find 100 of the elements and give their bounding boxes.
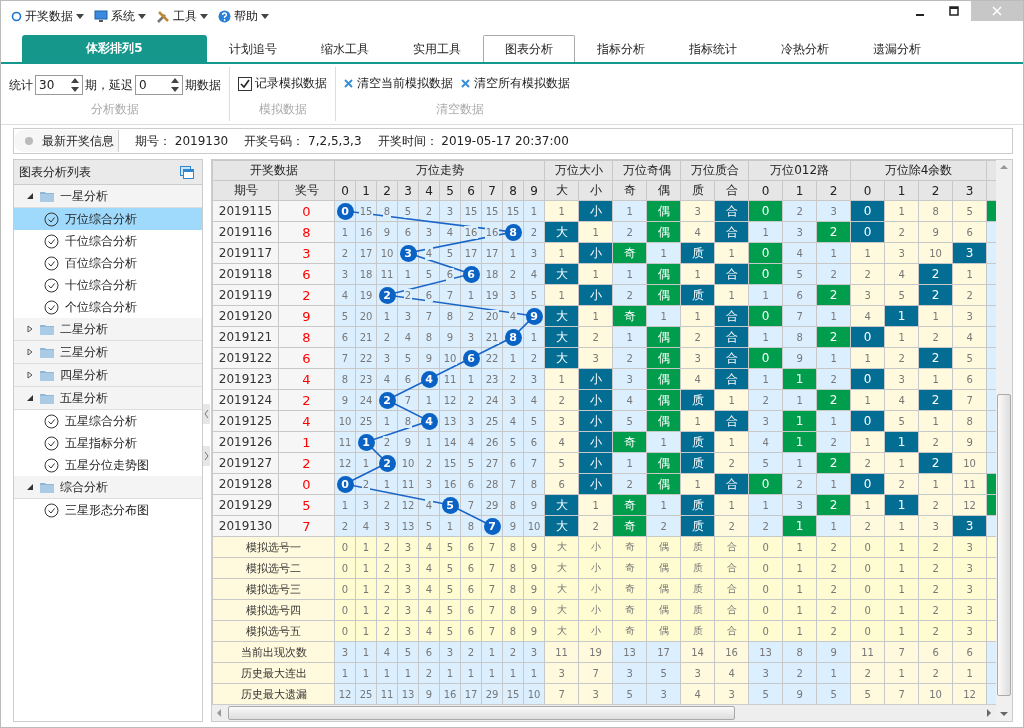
scroll-right-icon[interactable] (986, 709, 992, 717)
table-cell: 8 (424, 330, 434, 344)
menu-item[interactable]: 帮助 (218, 8, 269, 25)
tree-folder[interactable]: 四星分析 (14, 364, 203, 387)
tree-folder[interactable]: 三星分析 (14, 341, 203, 364)
tree-item[interactable]: 个位综合分析 (14, 296, 203, 318)
tree-folder[interactable]: 五星分析 (14, 387, 203, 410)
table-cell: 3 (529, 372, 539, 386)
trend-ball: 0 (336, 475, 354, 493)
tab[interactable]: 冷热分析 (759, 35, 851, 62)
table-cell: 13 (442, 414, 458, 428)
delay-field[interactable]: 0 (135, 75, 183, 95)
table-cell: 1 (382, 477, 392, 491)
scroll-left-icon[interactable] (216, 709, 222, 717)
table-cell: 2 (508, 267, 518, 281)
table-cell: 6 (466, 477, 476, 491)
lottery-tab[interactable]: 体彩排列5 (22, 35, 207, 62)
expand-handle[interactable] (203, 446, 211, 466)
table-cell: 15 (505, 204, 521, 218)
tree-item[interactable]: 五星综合分析 (14, 410, 203, 432)
table-cell: 3 (424, 225, 434, 239)
table-cell: 3 (382, 519, 392, 533)
close-icon (992, 6, 1002, 16)
column-group-header: 万位质合 (680, 160, 749, 181)
tree-item[interactable]: 万位综合分析 (14, 208, 203, 230)
table-cell: 5 (403, 351, 413, 365)
trend-ball: 2 (378, 454, 396, 472)
column-group-header: 开奖数据 (212, 160, 335, 181)
clear-current-button[interactable]: 清空当前模拟数据 (344, 75, 453, 92)
vertical-scrollbar[interactable] (996, 160, 1012, 721)
tree-item[interactable]: 三星形态分布图 (14, 499, 203, 521)
table-cell: 4 (424, 498, 434, 512)
help-icon (218, 10, 231, 23)
collapse-handle[interactable] (203, 404, 211, 424)
table-cell: 3 (508, 393, 518, 407)
table-cell: 1 (403, 267, 413, 281)
scroll-down-icon[interactable] (1000, 711, 1008, 717)
tab[interactable]: 遗漏分析 (851, 35, 943, 62)
record-checkbox[interactable]: 记录模拟数据 (238, 75, 327, 92)
period-cell: 2019130 (212, 515, 279, 537)
tree-item[interactable]: 百位综合分析 (14, 252, 203, 274)
table-cell: 6 (340, 330, 350, 344)
table-cell: 15 (442, 456, 458, 470)
table-cell: 6 (403, 372, 413, 386)
tab[interactable]: 计划追号 (207, 35, 299, 62)
tree-item[interactable]: 十位综合分析 (14, 274, 203, 296)
table-cell: 1 (529, 204, 539, 218)
tree-item[interactable]: 千位综合分析 (14, 230, 203, 252)
tab[interactable]: 实用工具 (391, 35, 483, 62)
table-cell: 2 (382, 435, 392, 449)
tab[interactable]: 图表分析 (483, 35, 575, 62)
menu-item[interactable]: 开奖数据 (11, 8, 84, 25)
check-circle-icon (44, 277, 59, 293)
clear-all-button[interactable]: 清空所有模拟数据 (461, 75, 570, 92)
tree-folder[interactable]: 二星分析 (14, 318, 203, 341)
table-cell: 5 (508, 435, 518, 449)
table-cell: 11 (400, 477, 416, 491)
table-cell: 8 (508, 498, 518, 512)
menu-item[interactable]: 工具 (156, 8, 208, 25)
table-cell: 25 (358, 414, 374, 428)
tree-item[interactable]: 五星分位走势图 (14, 454, 203, 476)
tab[interactable]: 缩水工具 (299, 35, 391, 62)
trend-ball: 1 (357, 433, 375, 451)
tab[interactable]: 指标统计 (667, 35, 759, 62)
table-cell: 11 (379, 267, 395, 281)
cross-icon (461, 79, 470, 88)
table-cell: 7 (508, 477, 518, 491)
table-cell: 7 (445, 288, 455, 302)
table-cell: 1 (361, 456, 371, 470)
tab[interactable]: 指标分析 (575, 35, 667, 62)
table-cell: 27 (484, 456, 500, 470)
period-cell: 2019123 (212, 368, 279, 390)
menu-item[interactable]: 系统 (94, 8, 146, 25)
trend-ball: 0 (336, 202, 354, 220)
table-cell: 4 (382, 372, 392, 386)
table-cell: 5 (403, 204, 413, 218)
windows-icon[interactable] (180, 165, 195, 179)
tree-folder[interactable]: 一星分析 (14, 185, 203, 208)
table-cell: 2 (424, 456, 434, 470)
cross-icon (344, 79, 353, 88)
scroll-up-icon[interactable] (1000, 164, 1008, 170)
table-cell: 2 (424, 204, 434, 218)
latest-draw-button[interactable]: 最新开奖信息 (14, 130, 119, 152)
periods-field[interactable]: 30 (35, 75, 83, 95)
horizontal-scrollbar[interactable] (212, 704, 996, 721)
table-cell: 4 (529, 267, 539, 281)
tree-item[interactable]: 五星指标分析 (14, 432, 203, 454)
maximize-icon (949, 6, 959, 16)
table-cell: 13 (400, 519, 416, 533)
period-cell: 2019117 (212, 242, 279, 264)
table-cell: 4 (340, 288, 350, 302)
table-cell: 16 (463, 225, 479, 239)
tree-folder[interactable]: 综合分析 (14, 476, 203, 499)
period-cell: 2019126 (212, 431, 279, 453)
table-cell: 4 (529, 393, 539, 407)
table-cell: 4 (361, 519, 371, 533)
period-cell: 2019119 (212, 284, 279, 306)
table-cell: 7 (403, 393, 413, 407)
check-circle-icon (44, 502, 59, 518)
summary-label: 当前出现次数 (212, 641, 335, 663)
